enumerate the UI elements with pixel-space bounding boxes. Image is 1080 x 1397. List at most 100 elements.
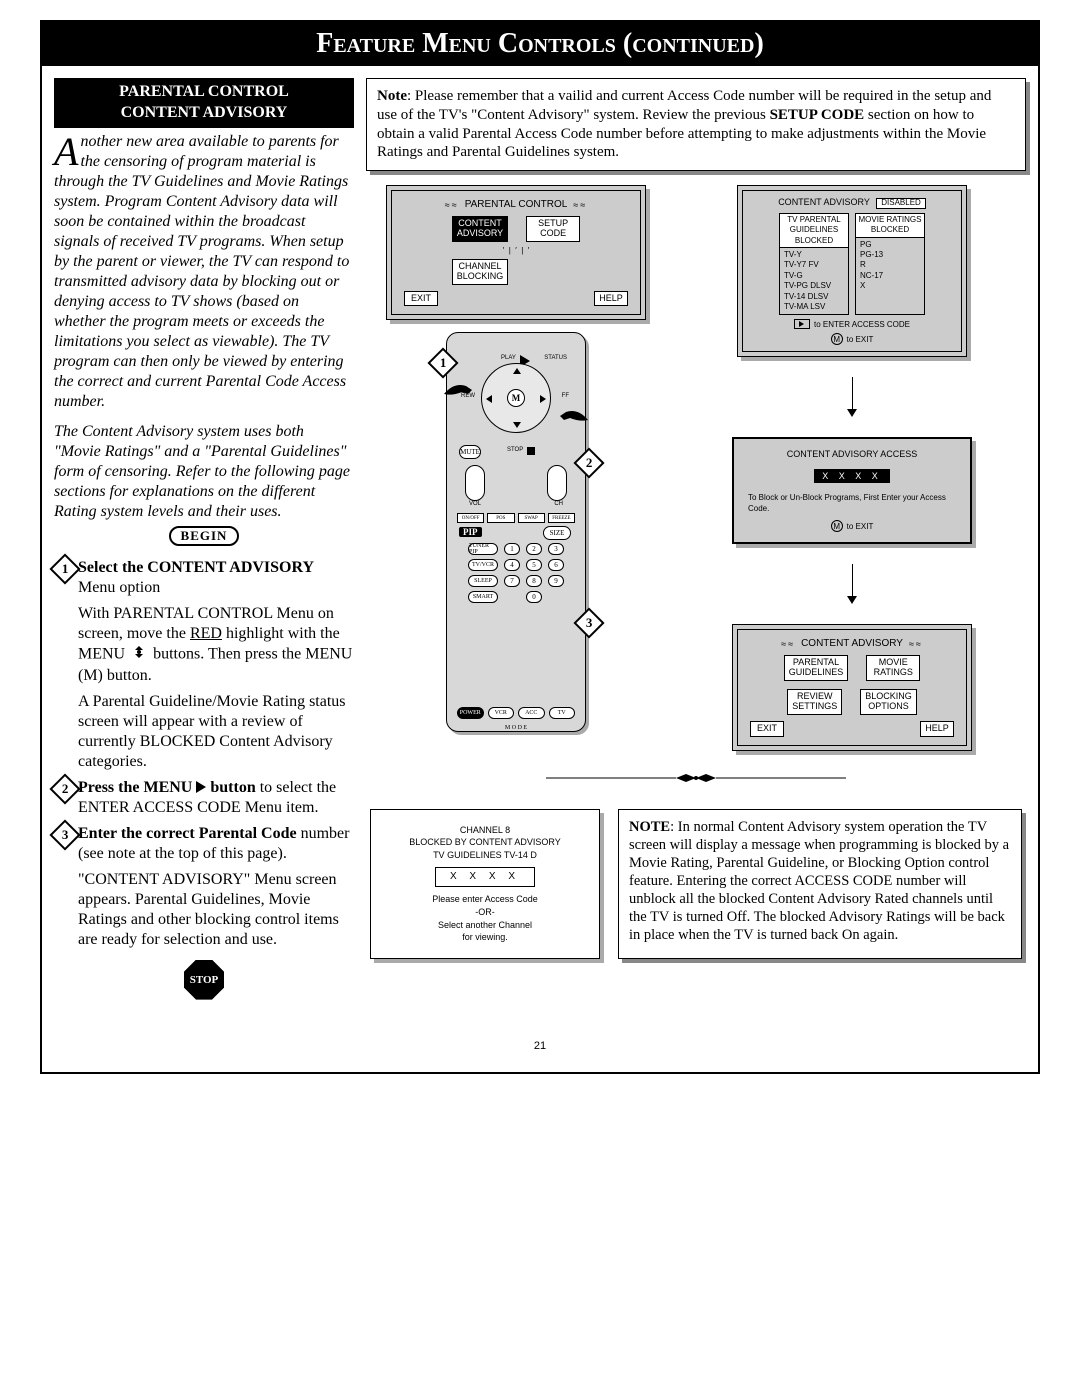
remote-ch-label: CH	[554, 501, 563, 507]
wave-icon: ≈≈	[909, 639, 923, 649]
wave-icon: ≈≈	[573, 200, 587, 210]
tv-pg: TV-PG DLSV	[784, 281, 844, 291]
bottom-note: NOTE: In normal Content Advisory system …	[618, 809, 1022, 959]
key-3[interactable]: 3	[548, 543, 564, 555]
osd4-title: CONTENT ADVISORY	[801, 638, 903, 649]
mr-x: X	[860, 281, 920, 291]
step-1: 1 Select the CONTENT ADVISORY Menu optio…	[78, 558, 354, 772]
drop-cap: A	[54, 132, 80, 168]
step3-p2: "CONTENT ADVISORY" Menu screen appears. …	[78, 870, 354, 950]
side-tunerpip[interactable]: TUNER PIP	[468, 543, 498, 555]
top-note-strong: SETUP CODE	[770, 107, 865, 123]
osd4-exit[interactable]: EXIT	[750, 721, 784, 737]
intro-text-1: nother new area available to parents for…	[54, 133, 349, 410]
page-number: 21	[42, 1040, 1038, 1052]
hand-pointer-icon	[442, 374, 482, 404]
remote-vol-label: VOL	[469, 501, 481, 507]
remote-size[interactable]: SIZE	[543, 526, 571, 540]
step-2-diamond: 2	[49, 773, 80, 804]
key-0[interactable]: 0	[526, 591, 542, 603]
tv-y: TV-Y	[784, 250, 844, 260]
movie-ratings-col: MOVIE RATINGS BLOCKED PG PG-13 R NC-17 X	[855, 213, 925, 316]
sidebar-header-line2: CONTENT ADVISORY	[54, 103, 354, 124]
remote-vcr[interactable]: VCR	[488, 707, 515, 719]
remote-m-button[interactable]: M	[507, 389, 525, 407]
key-5[interactable]: 5	[526, 559, 542, 571]
step-3: 3 Enter the correct Parental Code number…	[78, 824, 354, 950]
osd3-hint: to EXIT	[847, 522, 874, 531]
osd4-review-settings[interactable]: REVIEW SETTINGS	[787, 689, 842, 715]
osd4-parental-guidelines[interactable]: PARENTAL GUIDELINES	[784, 655, 849, 681]
remote-pip-row: ON/OFF POS SWAP FREEZE	[457, 513, 575, 523]
bp-l5: -OR-	[379, 906, 591, 919]
bp-code-field[interactable]: X X X X	[435, 867, 535, 887]
osd3-code-field[interactable]: X X X X	[814, 469, 890, 483]
remote-ch-rocker[interactable]	[547, 465, 567, 501]
step1-lead: Select the CONTENT ADVISORY	[78, 559, 314, 576]
pip-swap[interactable]: SWAP	[518, 513, 545, 523]
pip-pos[interactable]: POS	[487, 513, 514, 523]
tv-ma: TV-MA LSV	[784, 302, 844, 312]
bp-guideline: TV GUIDELINES TV-14 D	[379, 849, 591, 862]
play-right-icon	[196, 781, 206, 793]
step-1-diamond: 1	[49, 553, 80, 584]
key-2[interactable]: 2	[526, 543, 542, 555]
remote-stop-label: STOP	[507, 447, 523, 453]
remote-nav-pad[interactable]: M	[481, 363, 551, 433]
step2-tail: button	[206, 779, 255, 796]
blocked-channel-panel: CHANNEL 8 BLOCKED BY CONTENT ADVISORY TV…	[370, 809, 600, 959]
osd1-help[interactable]: HELP	[594, 291, 628, 307]
osd4-movie-ratings[interactable]: MOVIE RATINGS	[866, 655, 920, 681]
m-circle-icon: M	[831, 520, 843, 532]
pip-label: PIP	[459, 527, 482, 537]
osd2-hint2: to EXIT	[847, 335, 874, 344]
mr-nc17: NC-17	[860, 271, 920, 281]
osd1-channel-blocking[interactable]: CHANNEL BLOCKING	[452, 259, 509, 285]
bp-blocked: BLOCKED BY CONTENT ADVISORY	[379, 836, 591, 849]
osd4-blocking-options[interactable]: BLOCKING OPTIONS	[860, 689, 917, 715]
top-note-label: Note	[377, 88, 407, 104]
remote-mode-label: M O D E	[477, 725, 555, 731]
left-arrow-icon	[486, 395, 492, 403]
remote-tv[interactable]: TV	[549, 707, 576, 719]
bp-l4: Please enter Access Code	[379, 893, 591, 906]
key-6[interactable]: 6	[548, 559, 564, 571]
side-smart[interactable]: SMART	[468, 591, 498, 603]
side-tvvcr[interactable]: TV/VCR	[468, 559, 498, 571]
osd2-col1-hdr: TV PARENTAL GUIDELINES BLOCKED	[780, 214, 848, 248]
play-box-icon	[794, 319, 810, 329]
bp-channel: CHANNEL 8	[379, 824, 591, 837]
pip-onoff[interactable]: ON/OFF	[457, 513, 484, 523]
osd4-help[interactable]: HELP	[920, 721, 954, 737]
intro-text-2: The Content Advisory system uses both "M…	[54, 422, 354, 522]
stop-badge: STOP	[184, 960, 224, 1000]
remote-mute[interactable]: MUTE	[459, 445, 481, 459]
tv-y7: TV-Y7 FV	[784, 260, 844, 270]
remote-acc[interactable]: ACC	[518, 707, 545, 719]
osd1-content-advisory[interactable]: CONTENT ADVISORY	[452, 216, 508, 242]
menu-arrows-icon	[129, 644, 149, 666]
osd2-hint1: to ENTER ACCESS CODE	[814, 320, 910, 329]
key-7[interactable]: 7	[504, 575, 520, 587]
osd1-exit[interactable]: EXIT	[404, 291, 438, 307]
key-9[interactable]: 9	[548, 575, 564, 587]
bp-l7: for viewing.	[379, 931, 591, 944]
bp-l6: Select another Channel	[379, 919, 591, 932]
page-title: Feature Menu Controls (continued)	[42, 22, 1038, 66]
remote-play-label: PLAY	[501, 355, 516, 361]
side-sleep[interactable]: SLEEP	[468, 575, 498, 587]
step1-p2: A Parental Guideline/Movie Rating status…	[78, 692, 354, 772]
osd3-title: CONTENT ADVISORY ACCESS	[744, 449, 960, 459]
pip-freeze[interactable]: FREEZE	[548, 513, 575, 523]
key-1[interactable]: 1	[504, 543, 520, 555]
key-4[interactable]: 4	[504, 559, 520, 571]
step1-red: RED	[190, 625, 222, 642]
remote-vol-rocker[interactable]	[465, 465, 485, 501]
key-8[interactable]: 8	[526, 575, 542, 587]
up-arrow-icon	[513, 368, 521, 374]
osd-content-advisory-status: CONTENT ADVISORY DISABLED TV PARENTAL GU…	[737, 185, 967, 357]
osd1-setup-code[interactable]: SETUP CODE	[526, 216, 580, 242]
remote-power[interactable]: POWER	[457, 707, 484, 719]
tv-g: TV-G	[784, 271, 844, 281]
osd2-status: DISABLED	[876, 198, 926, 209]
